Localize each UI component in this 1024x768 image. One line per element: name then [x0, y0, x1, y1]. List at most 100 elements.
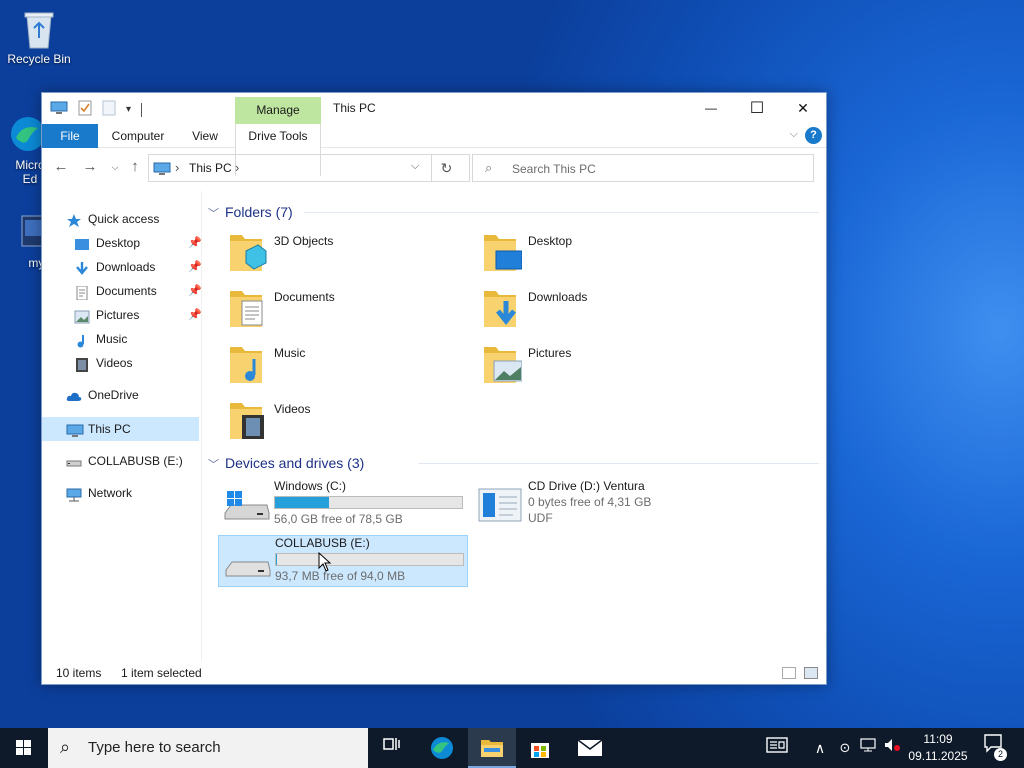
folders-group-header[interactable]: ﹀ Folders (7) [208, 201, 293, 223]
search-input[interactable]: ⌕ Search This PC [472, 154, 814, 182]
taskbar-clock[interactable]: 11:09 09.11.2025 [900, 731, 976, 765]
windows-logo-icon [16, 740, 31, 755]
clock-time: 11:09 [923, 732, 953, 746]
task-view-icon[interactable] [368, 728, 416, 768]
folder-music[interactable]: Music [204, 343, 454, 393]
recent-locations-icon[interactable]: ⌵ [105, 157, 125, 177]
search-icon: ⌕ [60, 737, 71, 757]
large-icons-view-icon[interactable] [804, 667, 818, 679]
status-item-count: 10 items [56, 666, 102, 680]
help-icon[interactable]: ? [805, 127, 822, 144]
taskbar: ⌕ Type here to search ∧ ⊙ 11:09 09.11.20… [0, 728, 1024, 768]
file-explorer-icon[interactable] [468, 728, 516, 768]
show-hidden-icons-icon[interactable]: ∧ [810, 728, 830, 768]
drive-name: CD Drive (D:) Ventura [528, 479, 645, 493]
tab-file[interactable]: File [42, 124, 98, 148]
properties-icon[interactable] [78, 100, 92, 119]
group-divider [418, 463, 819, 464]
start-button[interactable] [0, 728, 48, 768]
window-title: This PC [333, 101, 376, 115]
details-view-icon[interactable] [782, 667, 796, 679]
drive-windows-c[interactable]: Windows (C:) 56,0 GB free of 78,5 GB [218, 479, 468, 531]
status-selection: 1 item selected [121, 666, 202, 680]
nav-item-pictures[interactable]: Pictures 📌 [74, 303, 202, 327]
store-icon[interactable] [516, 728, 564, 768]
drives-group-header[interactable]: ﹀ Devices and drives (3) [208, 452, 364, 474]
mail-icon[interactable] [566, 728, 614, 768]
chevron-down-icon: ﹀ [208, 208, 219, 220]
drive-cd-d[interactable]: CD Drive (D:) Ventura 0 bytes free of 4,… [472, 479, 722, 531]
forward-arrow-icon[interactable]: → [80, 157, 100, 177]
documents-folder-icon [228, 287, 268, 331]
folder-documents[interactable]: Documents [204, 287, 454, 337]
documents-icon [74, 284, 90, 301]
up-arrow-icon[interactable]: ↑ [125, 157, 145, 177]
music-folder-icon [228, 343, 268, 387]
nav-item-desktop[interactable]: Desktop 📌 [74, 231, 202, 255]
folder-pictures[interactable]: Pictures [458, 343, 708, 393]
address-dropdown-icon[interactable]: ⌵ [411, 160, 419, 173]
mouse-cursor-icon [318, 551, 332, 572]
drive-free-space: 93,7 MB free of 94,0 MB [275, 569, 406, 583]
nav-item-documents[interactable]: Documents 📌 [74, 279, 202, 303]
folder-3d-objects[interactable]: 3D Objects [204, 231, 454, 281]
pin-icon[interactable]: 📌 [188, 279, 202, 303]
taskbar-search-input[interactable]: ⌕ Type here to search [48, 728, 368, 768]
maximize-button[interactable]: ☐ [734, 93, 780, 124]
usb-drive-icon [224, 542, 272, 582]
new-folder-icon[interactable] [102, 100, 116, 119]
folder-name: Pictures [528, 346, 572, 360]
nav-item-downloads[interactable]: Downloads 📌 [74, 255, 202, 279]
desktop-icon-label: Recycle Bin [7, 52, 71, 66]
drive-usage-fill [276, 554, 277, 565]
folder-name: Desktop [528, 234, 573, 248]
notifications-icon[interactable]: 2 [978, 728, 1010, 768]
qat-divider [141, 102, 143, 117]
folder-name: Downloads [528, 290, 588, 304]
network-status-icon[interactable] [856, 728, 880, 768]
usb-drive-icon [66, 454, 82, 468]
desktop-icon-recycle-bin[interactable]: Recycle Bin [1, 8, 77, 66]
address-bar[interactable]: › This PC › ⌵ ↻ [148, 154, 470, 182]
windows-drive-icon [223, 485, 271, 525]
news-widget-icon[interactable] [760, 728, 794, 768]
navigation-pane: Quick access Desktop 📌 Downloads 📌 Docum… [42, 191, 202, 661]
breadcrumb[interactable]: This PC [189, 161, 232, 175]
address-row: ← → ⌵ ↑ › This PC › ⌵ ↻ ⌕ Search This PC [42, 150, 826, 186]
cd-drive-icon [477, 485, 525, 525]
drive-usage-bar [275, 553, 464, 566]
customize-qat-icon[interactable]: ▾ [126, 104, 131, 115]
tab-view[interactable]: View [182, 124, 228, 148]
videos-icon [74, 356, 90, 372]
folder-downloads[interactable]: Downloads [458, 287, 708, 337]
pin-icon[interactable]: 📌 [188, 231, 202, 255]
videos-folder-icon [228, 399, 268, 443]
pin-icon[interactable]: 📌 [188, 303, 202, 327]
meet-now-icon[interactable]: ⊙ [834, 728, 856, 768]
pictures-folder-icon [482, 343, 523, 387]
tab-manage[interactable]: Manage [235, 97, 321, 124]
breadcrumb-separator-icon[interactable]: › [175, 160, 179, 175]
folder-name: 3D Objects [274, 234, 334, 248]
folder-name: Music [274, 346, 306, 360]
folder-videos[interactable]: Videos [204, 399, 454, 449]
close-button[interactable]: ✕ [780, 93, 826, 124]
drive-usb-e[interactable]: COLLABUSB (E:) 93,7 MB free of 94,0 MB [218, 535, 468, 587]
edge-icon[interactable] [418, 728, 466, 768]
expand-ribbon-icon[interactable]: ⌵ [790, 128, 798, 141]
pin-icon[interactable]: 📌 [188, 255, 202, 279]
breadcrumb-separator-icon[interactable]: › [235, 160, 239, 175]
volume-muted-icon[interactable] [882, 728, 902, 768]
minimize-button[interactable]: — [688, 93, 734, 124]
notification-count-badge: 2 [994, 748, 1007, 761]
back-arrow-icon[interactable]: ← [51, 157, 71, 177]
folder-desktop[interactable]: Desktop [458, 231, 708, 281]
onedrive-cloud-icon [66, 388, 82, 402]
refresh-button[interactable]: ↻ [431, 155, 461, 181]
network-icon [66, 486, 82, 502]
file-explorer-window: ▾ Manage This PC — ☐ ✕ File Computer Vie… [41, 92, 827, 685]
3d-objects-folder-icon [228, 231, 268, 275]
tab-computer[interactable]: Computer [102, 124, 174, 148]
title-bar[interactable]: ▾ Manage This PC — ☐ ✕ [42, 93, 826, 124]
drive-name: Windows (C:) [274, 479, 347, 493]
